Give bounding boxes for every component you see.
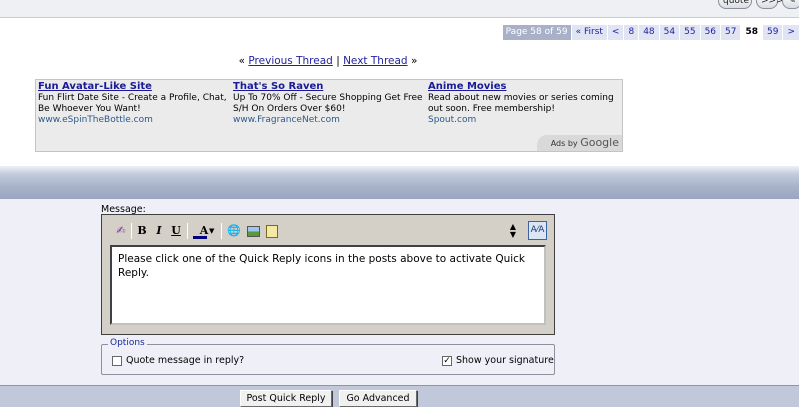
ad-text: Read about new movies or series coming o… — [428, 93, 614, 114]
bold-button[interactable]: B — [135, 222, 149, 240]
toolbar-divider — [187, 223, 188, 239]
quote-message-label: Quote message in reply? — [126, 355, 245, 366]
page-link[interactable]: 8 — [623, 25, 639, 40]
underline-button[interactable]: U — [169, 222, 183, 240]
chevron-down-icon: ▼ — [209, 226, 215, 235]
ad-unit[interactable]: Anime Movies Read about new movies or se… — [428, 81, 620, 126]
nav-separator: | — [336, 55, 340, 67]
show-signature-checkbox[interactable]: ✓ — [442, 355, 452, 366]
switch-mode-icon[interactable]: ✍ — [113, 222, 129, 240]
thread-navigation: « Previous Thread | Next Thread » — [0, 55, 656, 67]
ad-title[interactable]: Fun Avatar-Like Site — [38, 81, 230, 93]
toggle-editor-mode-icon[interactable]: A⁄A — [528, 221, 547, 240]
prev-arrow: « — [238, 55, 246, 67]
google-logo: Google — [580, 136, 619, 149]
ad-url[interactable]: www.FragranceNet.com — [233, 115, 425, 126]
page-count-label: Page 58 of 59 — [501, 25, 571, 40]
go-advanced-button[interactable]: Go Advanced — [339, 390, 417, 407]
multi-quote-button[interactable]: >>> — [756, 0, 784, 9]
ads-by-google-badge[interactable]: Ads by Google — [536, 135, 622, 151]
page-link[interactable]: 54 — [658, 25, 680, 40]
previous-thread-link[interactable]: Previous Thread — [248, 55, 332, 67]
ad-text: Up To 70% Off - Secure Shopping Get Free… — [233, 93, 423, 114]
edit-icon[interactable]: ✎ — [782, 0, 799, 9]
ad-url[interactable]: Spout.com — [428, 115, 620, 126]
message-editor: ✍ B I U A ▼ 🌐 ▲ ▼ A⁄A Please click one of… — [101, 214, 555, 335]
post-quick-reply-button[interactable]: Post Quick Reply — [240, 390, 332, 407]
show-signature-label: Show your signature — [456, 355, 554, 366]
editor-toolbar: ✍ B I U A ▼ 🌐 ▲ ▼ A⁄A — [108, 221, 548, 241]
page-link[interactable]: 59 — [762, 25, 783, 40]
insert-image-icon[interactable] — [245, 222, 261, 240]
ad-title[interactable]: Anime Movies — [428, 81, 620, 93]
italic-button[interactable]: I — [152, 222, 166, 240]
toolbar-divider — [131, 223, 132, 239]
message-textarea[interactable]: Please click one of the Quick Reply icon… — [110, 245, 546, 325]
font-color-swatch — [193, 236, 207, 239]
quick-reply-panel: Message: ✍ B I U A ▼ 🌐 ▲ ▼ A⁄A Please cli… — [0, 199, 799, 385]
section-header-band — [0, 166, 799, 199]
top-strip: quote >>> ✎ — [0, 0, 799, 18]
page-link[interactable]: 55 — [679, 25, 700, 40]
ad-text: Fun Flirt Date Site - Create a Profile, … — [38, 93, 227, 114]
toolbar-divider — [221, 223, 222, 239]
ad-url[interactable]: www.eSpinTheBottle.com — [38, 115, 230, 126]
ad-unit[interactable]: That's So Raven Up To 70% Off - Secure S… — [233, 81, 425, 126]
ad-title[interactable]: That's So Raven — [233, 81, 425, 93]
page-link[interactable]: 48 — [638, 25, 659, 40]
page-link[interactable]: 57 — [720, 25, 741, 40]
quote-message-option[interactable]: Quote message in reply? — [112, 354, 244, 367]
font-color-button[interactable]: A ▼ — [192, 222, 216, 240]
options-legend: Options — [108, 338, 147, 348]
next-arrow: » — [410, 55, 418, 67]
insert-quote-icon[interactable] — [264, 222, 280, 240]
page-next-link[interactable]: > — [782, 25, 799, 40]
page-link[interactable]: 56 — [699, 25, 721, 40]
options-fieldset: Options Quote message in reply? ✓ Show yo… — [101, 338, 555, 375]
quote-message-checkbox[interactable] — [112, 355, 122, 366]
page-prev-link[interactable]: < — [606, 25, 624, 40]
quote-button[interactable]: quote — [718, 0, 752, 9]
ad-box: Fun Avatar-Like Site Fun Flirt Date Site… — [35, 79, 623, 152]
insert-link-icon[interactable]: 🌐 — [226, 222, 242, 240]
resize-arrows-icon[interactable]: ▲ ▼ — [508, 223, 518, 241]
bottom-button-bar: Post Quick Reply Go Advanced — [0, 385, 799, 407]
pagination: Page 58 of 59 « First < 8 48 54 55 56 57… — [501, 25, 799, 40]
ads-by-label: Ads by — [550, 139, 578, 148]
page-first-link[interactable]: « First — [570, 25, 607, 40]
next-thread-link[interactable]: Next Thread — [343, 55, 408, 67]
current-page: 58 — [740, 25, 762, 40]
ad-unit[interactable]: Fun Avatar-Like Site Fun Flirt Date Site… — [38, 81, 230, 126]
show-signature-option[interactable]: ✓ Show your signature — [442, 354, 554, 367]
